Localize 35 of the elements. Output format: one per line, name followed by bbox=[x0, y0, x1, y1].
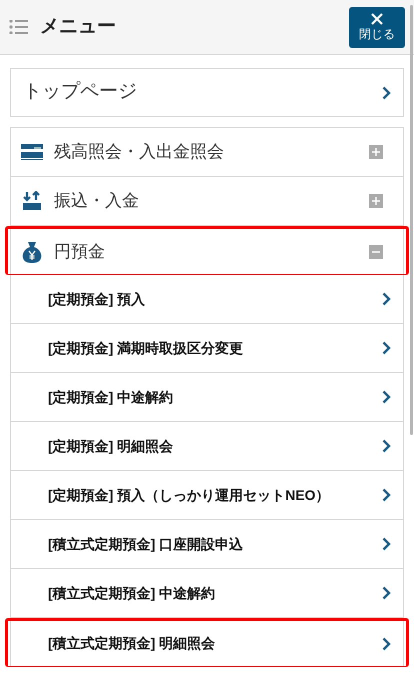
chevron-right-icon bbox=[382, 636, 391, 650]
expand-icon bbox=[369, 145, 383, 159]
menu-section[interactable]: 円預金 bbox=[5, 226, 409, 275]
money-bag-icon bbox=[22, 240, 42, 262]
submenu-item[interactable]: [積立式定期預金] 中途解約 bbox=[11, 569, 403, 618]
scrollbar[interactable] bbox=[410, 5, 413, 435]
chevron-right-icon bbox=[382, 292, 391, 306]
submenu-item[interactable]: [定期預金] 満期時取扱区分変更 bbox=[11, 324, 403, 373]
list-icon bbox=[9, 20, 29, 34]
submenu-item[interactable]: [定期預金] 中途解約 bbox=[11, 373, 403, 422]
menu-section[interactable]: 残高照会・入出金照会 bbox=[11, 128, 403, 177]
chevron-right-icon bbox=[382, 439, 391, 453]
chevron-right-icon bbox=[382, 341, 391, 355]
section-label: 残高照会・入出金照会 bbox=[54, 141, 224, 164]
close-icon bbox=[370, 12, 384, 26]
menu-title: メニュー bbox=[40, 14, 116, 39]
chevron-right-icon bbox=[382, 390, 391, 404]
submenu-item[interactable]: [定期預金] 明細照会 bbox=[11, 422, 403, 471]
chevron-right-icon bbox=[382, 86, 391, 100]
transfer-icon bbox=[22, 191, 42, 211]
chevron-right-icon bbox=[382, 586, 391, 600]
section-label: 振込・入金 bbox=[54, 190, 139, 212]
chevron-right-icon bbox=[382, 537, 391, 551]
submenu-item[interactable]: [積立式定期預金] 明細照会 bbox=[5, 618, 409, 667]
submenu-item[interactable]: [積立式定期預金] 口座開設申込 bbox=[11, 520, 403, 569]
submenu-item[interactable]: [定期預金] 預入（しっかり運用セットNEO） bbox=[11, 471, 403, 520]
menu-section[interactable]: 振込・入金 bbox=[11, 177, 403, 226]
card-icon bbox=[21, 144, 43, 160]
expand-icon bbox=[369, 194, 383, 208]
submenu-item[interactable]: [定期預金] 預入 bbox=[11, 275, 403, 324]
section-label: 円預金 bbox=[54, 240, 105, 263]
collapse-icon bbox=[369, 244, 383, 258]
close-button[interactable]: 閉じる bbox=[349, 6, 405, 48]
chevron-right-icon bbox=[382, 488, 391, 502]
top-page-link[interactable]: トップページ bbox=[10, 68, 404, 117]
